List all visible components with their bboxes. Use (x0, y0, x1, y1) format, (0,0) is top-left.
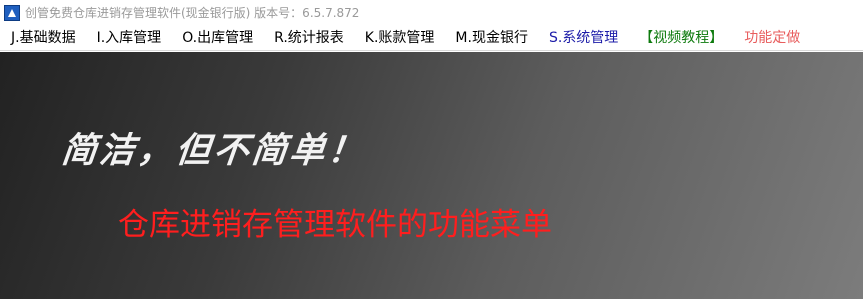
main-banner: 简洁，但不简单！ 仓库进销存管理软件的功能菜单 (0, 52, 863, 299)
menu-bar: J.基础数据 I.入库管理 O.出库管理 R.统计报表 K.账款管理 M.现金银… (0, 25, 863, 51)
menu-custom-features[interactable]: 功能定做 (733, 25, 810, 51)
menu-inbound-management[interactable]: I.入库管理 (86, 25, 172, 51)
title-bar: 创管免费仓库进销存管理软件(现金银行版) 版本号：6.5.7.872 (0, 0, 863, 25)
menu-statistics-reports[interactable]: R.统计报表 (263, 25, 354, 51)
menu-video-tutorial[interactable]: 【视频教程】 (628, 25, 733, 51)
banner-slogan: 简洁，但不简单！ (59, 130, 368, 171)
menu-outbound-management[interactable]: O.出库管理 (171, 25, 263, 51)
banner-subtitle: 仓库进销存管理软件的功能菜单 (118, 207, 552, 243)
app-logo-icon (4, 4, 20, 21)
menu-cash-bank[interactable]: M.现金银行 (444, 25, 538, 51)
menu-basic-data[interactable]: J.基础数据 (0, 25, 86, 51)
window-title: 创管免费仓库进销存管理软件(现金银行版) 版本号：6.5.7.872 (25, 6, 360, 20)
menu-accounts-management[interactable]: K.账款管理 (354, 25, 445, 51)
menu-system-management[interactable]: S.系统管理 (538, 25, 628, 51)
